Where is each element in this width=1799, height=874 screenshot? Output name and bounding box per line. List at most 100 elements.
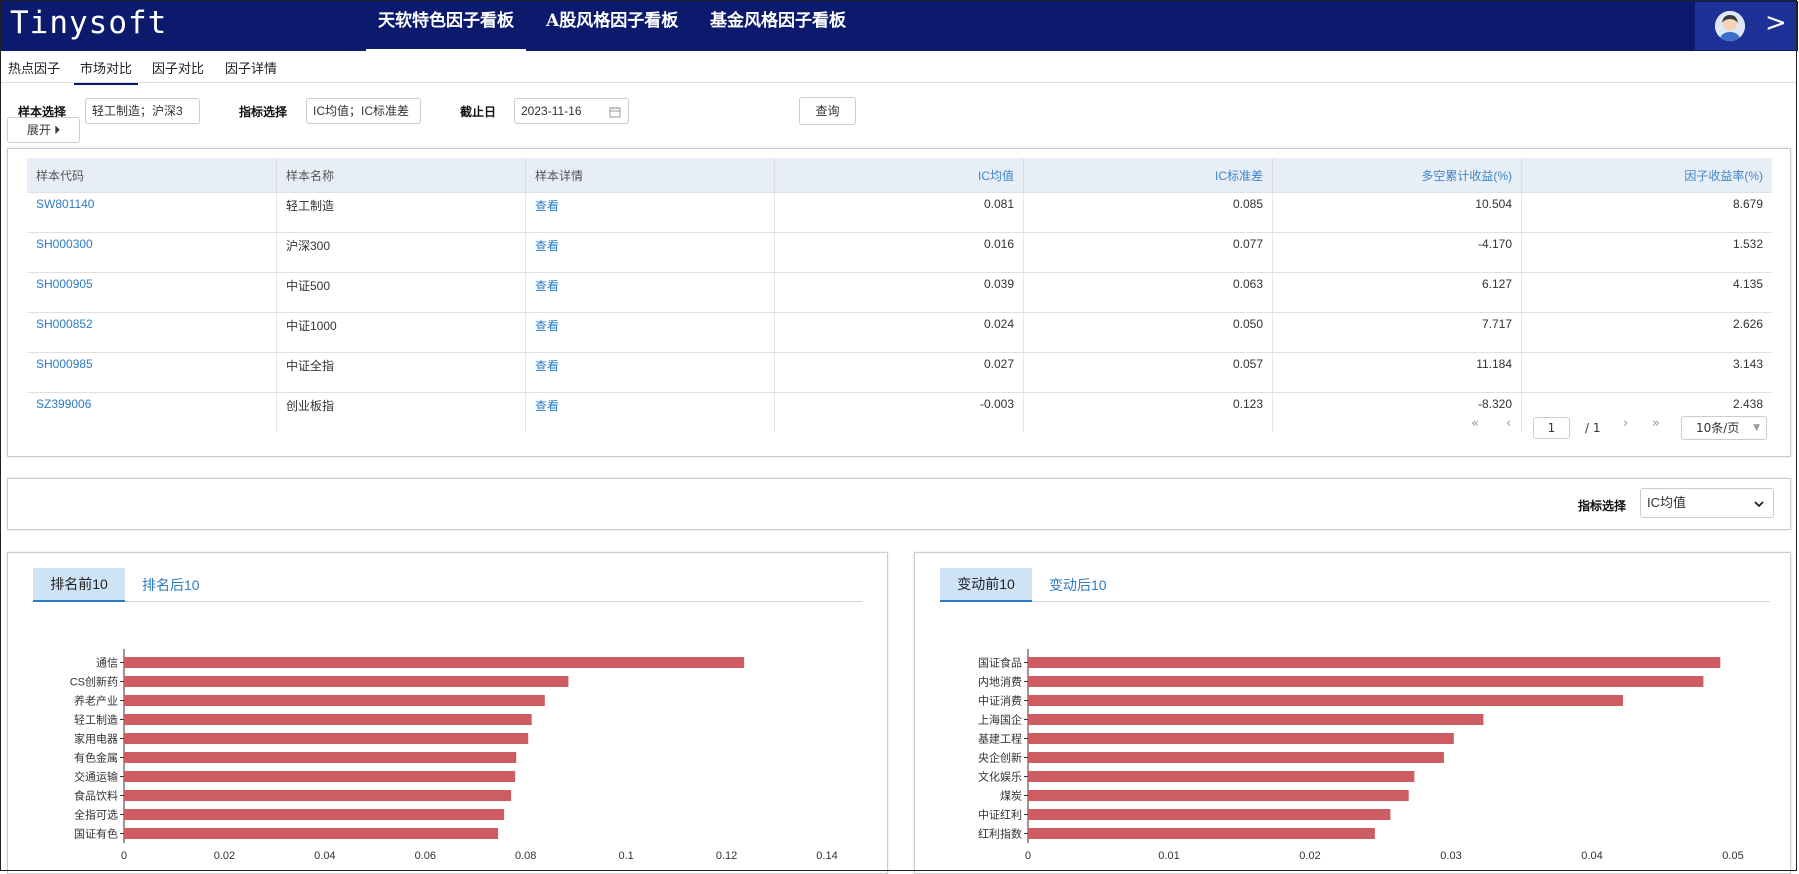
sample-code-link[interactable]: SH000905	[27, 272, 277, 313]
ic-mean-cell: 0.016	[774, 232, 1024, 273]
change-top10-bar	[1028, 733, 1454, 744]
sample-name: 中证500	[276, 272, 526, 313]
ic-std-cell: 0.063	[1023, 272, 1273, 313]
change-top10-bar	[1028, 657, 1721, 668]
ic-mean-cell: 0.039	[774, 272, 1024, 313]
avatar[interactable]	[1715, 11, 1745, 41]
sample-code-link[interactable]: SH000300	[27, 232, 277, 273]
top10-category-label: 交通运输	[74, 770, 118, 784]
last-page-icon[interactable]: »	[1652, 416, 1660, 431]
calendar-icon[interactable]	[609, 99, 621, 123]
subtab-factor-compare[interactable]: 因子对比	[152, 58, 204, 77]
col-header-detail[interactable]: 样本详情	[525, 158, 775, 193]
page-size-value: 10条/页	[1696, 421, 1740, 435]
ic-std-cell: 0.123	[1023, 392, 1273, 432]
chevron-right-icon[interactable]: >	[1765, 8, 1787, 38]
factor-return-cell: 3.143	[1521, 352, 1772, 393]
sample-code-link[interactable]: SZ399006	[27, 392, 277, 432]
view-detail-link[interactable]: 查看	[525, 232, 775, 273]
top10-category-label: 养老产业	[74, 694, 118, 708]
view-detail-link[interactable]: 查看	[525, 192, 775, 233]
table-row: SH000300 沪深300 查看 0.016 0.077 -4.170 1.5…	[27, 232, 1772, 273]
change-top10-chart-panel: 变动前10 变动后10 国证食品 内地消费 中证消费 上海国企 基建工程 央企创新 文化娱乐…	[914, 552, 1791, 874]
chevron-down-icon	[1753, 489, 1765, 517]
change-top10-x-tick-label: 0.01	[1158, 850, 1179, 862]
indicator-bar-select[interactable]: IC均值	[1640, 488, 1774, 518]
ic-std-cell: 0.057	[1023, 352, 1273, 393]
ic-std-cell: 0.085	[1023, 192, 1273, 233]
top10-category-label: 家用电器	[74, 732, 118, 746]
change-top10-category-label: 央企创新	[978, 751, 1022, 765]
sample-code-link[interactable]: SH000985	[27, 352, 277, 393]
caret-down-icon: ▼	[1753, 423, 1760, 433]
indicator-bar-panel: 指标选择 IC均值	[7, 478, 1791, 530]
top10-bar	[124, 752, 517, 763]
query-button[interactable]: 查询	[799, 97, 856, 125]
col-header-ic-mean[interactable]: IC均值	[774, 158, 1024, 193]
col-header-name[interactable]: 样本名称	[276, 158, 526, 193]
next-page-icon[interactable]: ›	[1623, 416, 1628, 431]
expand-button[interactable]: 展开 ⏵	[7, 117, 80, 143]
top10-bar	[124, 695, 545, 706]
top10-x-tick-label: 0.14	[816, 850, 837, 862]
app-logo: Tinysoft	[10, 5, 168, 41]
top10-category-label: 食品饮料	[74, 789, 118, 803]
nav-tab-tinysoft-factors[interactable]: 天软特色因子看板	[366, 1, 526, 51]
top10-x-tick-label: 0.1	[618, 850, 633, 862]
indicator-select-input[interactable]: IC均值；IC标准差	[306, 98, 421, 124]
subtab-hot-factors[interactable]: 热点因子	[8, 58, 60, 77]
ic-mean-cell: 0.081	[774, 192, 1024, 233]
change-top10-bar-chart: 国证食品内地消费中证消费上海国企基建工程央企创新文化娱乐煤炭中证红利红利指数0 0…	[978, 649, 1744, 862]
change-top10-bar	[1028, 771, 1415, 782]
view-detail-link[interactable]: 查看	[525, 312, 775, 353]
sample-name: 中证全指	[276, 352, 526, 393]
ls-return-cell: -4.170	[1272, 232, 1522, 273]
indicator-select-label: 指标选择	[239, 105, 288, 119]
table-header-row: 样本代码 样本名称 样本详情 IC均值 IC标准差 多空累计收益(%) 因子收益…	[27, 158, 1772, 193]
view-detail-link[interactable]: 查看	[525, 392, 775, 432]
top10-category-label: 通信	[96, 657, 118, 670]
change-top10-category-label: 中证消费	[978, 694, 1022, 708]
top10-category-label: 全指可选	[74, 808, 118, 822]
subtab-factor-detail[interactable]: 因子详情	[225, 58, 277, 77]
change-top10-x-tick-label: 0.04	[1581, 850, 1602, 862]
sample-code-link[interactable]: SH000852	[27, 312, 277, 353]
top10-bar	[124, 657, 745, 668]
col-header-factor-return[interactable]: 因子收益率(%)	[1521, 158, 1772, 193]
user-menu[interactable]: >	[1695, 2, 1797, 50]
change-top10-bar	[1028, 695, 1624, 706]
page-total: / 1	[1585, 421, 1601, 435]
ls-return-cell: 10.504	[1272, 192, 1522, 233]
indicator-bar-label: 指标选择	[1578, 499, 1627, 513]
page-number-input[interactable]: 1	[1533, 417, 1570, 439]
nav-tab-a-share-style[interactable]: A股风格因子看板	[546, 1, 678, 51]
ic-mean-cell: 0.027	[774, 352, 1024, 393]
table-row: SH000985 中证全指 查看 0.027 0.057 11.184 3.14…	[27, 352, 1772, 393]
ic-mean-cell: -0.003	[774, 392, 1024, 432]
change-top10-category-label: 内地消费	[978, 675, 1022, 689]
sample-code-link[interactable]: SW801140	[27, 192, 277, 233]
table-row: SH000852 中证1000 查看 0.024 0.050 7.717 2.6…	[27, 312, 1772, 353]
col-header-ls-return[interactable]: 多空累计收益(%)	[1272, 158, 1522, 193]
top-nav-bar: Tinysoft 天软特色因子看板 A股风格因子看板 基金风格因子看板 >	[1, 1, 1798, 51]
col-header-ic-std[interactable]: IC标准差	[1023, 158, 1273, 193]
page-size-select[interactable]: 10条/页 ▼	[1681, 416, 1767, 440]
sample-select-input[interactable]: 轻工制造；沪深3	[85, 98, 200, 124]
ic-std-cell: 0.050	[1023, 312, 1273, 353]
end-date-input[interactable]: 2023-11-16	[514, 98, 629, 124]
factor-return-cell: 1.532	[1521, 232, 1772, 273]
factor-return-cell: 4.135	[1521, 272, 1772, 313]
view-detail-link[interactable]: 查看	[525, 352, 775, 393]
subtab-market-compare[interactable]: 市场对比	[73, 58, 139, 85]
prev-page-icon[interactable]: ‹	[1506, 416, 1511, 431]
indicator-bar-value: IC均值	[1647, 495, 1687, 510]
top10-bar	[124, 809, 505, 820]
nav-tab-fund-style[interactable]: 基金风格因子看板	[710, 1, 846, 51]
top10-bar-chart: 通信CS创新药养老产业轻工制造家用电器有色金属交通运输食品饮料全指可选国证有色0…	[70, 649, 838, 862]
view-detail-link[interactable]: 查看	[525, 272, 775, 313]
end-date-value: 2023-11-16	[521, 104, 582, 118]
top10-category-label: 国证有色	[74, 827, 118, 841]
col-header-code[interactable]: 样本代码	[27, 158, 277, 193]
sample-name: 沪深300	[276, 232, 526, 273]
first-page-icon[interactable]: «	[1471, 416, 1479, 431]
